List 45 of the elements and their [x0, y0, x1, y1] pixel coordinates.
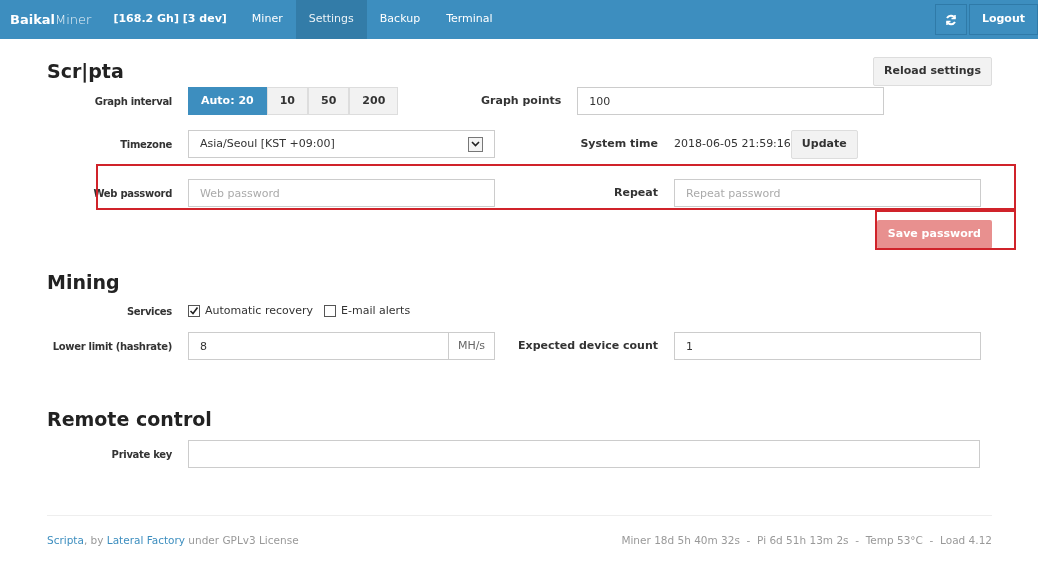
field-label: System time [579, 135, 659, 152]
interval-option[interactable]: Auto: 20 [188, 87, 267, 115]
checkbox[interactable] [188, 305, 200, 317]
checkbox-label[interactable]: Automatic recovery [205, 302, 314, 320]
section-title: Remote control [47, 406, 212, 432]
field-label: Lower limit (hashrate) [51, 339, 173, 354]
section-title: Mining [47, 269, 120, 295]
refresh-button[interactable] [934, 4, 967, 35]
field-label: Graph interval [93, 94, 173, 109]
interval-option[interactable]: 50 [308, 87, 350, 115]
field-label: Private key [110, 447, 173, 462]
checkbox[interactable] [324, 305, 337, 317]
brand-link[interactable]: Baikal Miner [0, 0, 102, 39]
footer-credit: Scripta, by Lateral Factory under GPLv3 License [47, 533, 299, 548]
nav-tab[interactable]: Miner [238, 0, 296, 39]
system-stats: Miner 18d 5h 40m 32s - Pi 6d 51h 13m 2s - Temp 53°C - Load 4.12 [621, 533, 992, 548]
dropdown-caret-icon [468, 136, 483, 152]
field-label: Timezone [119, 137, 173, 152]
interval-option[interactable]: 200 [349, 87, 399, 115]
system-time-value: 2018-06-05 21:59:16 [674, 135, 791, 152]
reload-settings-button[interactable]: Reload settings [873, 56, 992, 86]
private-key-field[interactable] [188, 440, 980, 468]
field-label: Repeat [613, 184, 659, 201]
unit-addon: MH/s [449, 332, 495, 360]
lower-limit-field[interactable]: 8 [188, 332, 449, 360]
field-label: Expected device count [517, 337, 659, 354]
footer-link[interactable]: Scripta [47, 534, 84, 546]
footer-link[interactable]: Lateral Factory [106, 534, 186, 546]
device-count-field[interactable]: 1 [674, 332, 981, 360]
hashrate-status: [168.2 Gh] [3 dev] [112, 11, 228, 28]
timezone-select[interactable]: Asia/Seoul [KST +09:00] [188, 130, 495, 158]
interval-option[interactable]: 10 [266, 87, 308, 115]
section-title: Scr|pta [47, 58, 124, 85]
logout-button[interactable]: Logout [968, 4, 1038, 35]
nav-tab[interactable]: Backup [366, 0, 434, 39]
checkbox-label[interactable]: E-mail alerts [341, 302, 411, 320]
web-password-field[interactable]: Web password [188, 179, 495, 207]
graph-points-field[interactable]: 100 [577, 87, 885, 115]
field-label: Services [125, 304, 173, 319]
repeat-password-field[interactable]: Repeat password [674, 179, 981, 207]
nav-tab[interactable]: Settings [295, 0, 367, 39]
nav-tab[interactable]: Terminal [433, 0, 506, 39]
field-label: Graph points [480, 92, 563, 109]
update-button[interactable]: Update [790, 129, 858, 159]
refresh-icon [944, 13, 957, 26]
